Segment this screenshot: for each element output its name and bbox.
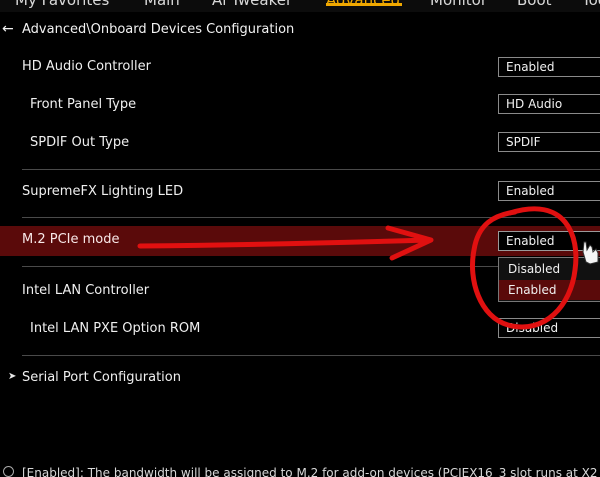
info-icon bbox=[3, 466, 14, 477]
setting-label: Intel LAN PXE Option ROM bbox=[30, 321, 201, 336]
setting-m2-pcie-mode[interactable]: M.2 PCIe mode Enabled bbox=[0, 226, 600, 256]
front-panel-select[interactable]: HD Audio bbox=[498, 94, 600, 114]
hd-audio-select[interactable]: Enabled bbox=[498, 57, 600, 77]
top-menu-bar: My Favorites Main Ai Tweaker Advanced Mo… bbox=[0, 0, 600, 12]
active-tab-indicator bbox=[326, 3, 402, 6]
setting-label: M.2 PCIe mode bbox=[22, 232, 120, 247]
submenu-label: Serial Port Configuration bbox=[22, 370, 181, 385]
setting-label: SPDIF Out Type bbox=[30, 135, 130, 150]
tab-monitor[interactable]: Monitor bbox=[430, 0, 487, 9]
setting-label: Front Panel Type bbox=[30, 97, 137, 112]
submenu-arrow-icon: ➤ bbox=[8, 371, 17, 382]
tab-boot[interactable]: Boot bbox=[517, 0, 552, 9]
setting-label: HD Audio Controller bbox=[22, 59, 151, 74]
dropdown-option-disabled[interactable]: Disabled bbox=[499, 259, 600, 279]
spdif-select[interactable]: SPDIF bbox=[498, 132, 600, 152]
separator bbox=[22, 355, 600, 356]
tab-ai-tweaker[interactable]: Ai Tweaker bbox=[212, 0, 292, 9]
tab-my-favorites[interactable]: My Favorites bbox=[15, 0, 109, 9]
separator bbox=[22, 217, 600, 218]
tab-tool[interactable]: Tool bbox=[582, 0, 600, 9]
setting-label: Intel LAN Controller bbox=[22, 283, 150, 298]
m2-pcie-dropdown[interactable]: Disabled Enabled bbox=[498, 257, 600, 302]
back-arrow-icon[interactable]: ← bbox=[2, 21, 14, 37]
setting-supremefx-lighting-led[interactable]: SupremeFX Lighting LED Enabled bbox=[0, 180, 600, 204]
lan-pxe-select[interactable]: Disabled bbox=[498, 318, 600, 338]
setting-label: SupremeFX Lighting LED bbox=[22, 184, 184, 199]
breadcrumb-path: Advanced\Onboard Devices Configuration bbox=[22, 22, 295, 37]
tab-main[interactable]: Main bbox=[144, 0, 180, 9]
lighting-select[interactable]: Enabled bbox=[498, 181, 600, 201]
separator bbox=[22, 169, 600, 170]
dropdown-option-enabled[interactable]: Enabled bbox=[499, 280, 600, 300]
setting-spdif-out-type[interactable]: SPDIF Out Type SPDIF bbox=[0, 131, 600, 155]
setting-front-panel-type[interactable]: Front Panel Type HD Audio bbox=[0, 93, 600, 117]
m2-pcie-select[interactable]: Enabled bbox=[498, 231, 600, 251]
help-bar: [Enabled]: The bandwidth will be assigne… bbox=[0, 462, 600, 477]
setting-hd-audio-controller[interactable]: HD Audio Controller Enabled bbox=[0, 55, 600, 79]
setting-intel-lan-pxe-rom[interactable]: Intel LAN PXE Option ROM Disabled bbox=[0, 317, 600, 341]
help-text: [Enabled]: The bandwidth will be assigne… bbox=[22, 466, 600, 477]
